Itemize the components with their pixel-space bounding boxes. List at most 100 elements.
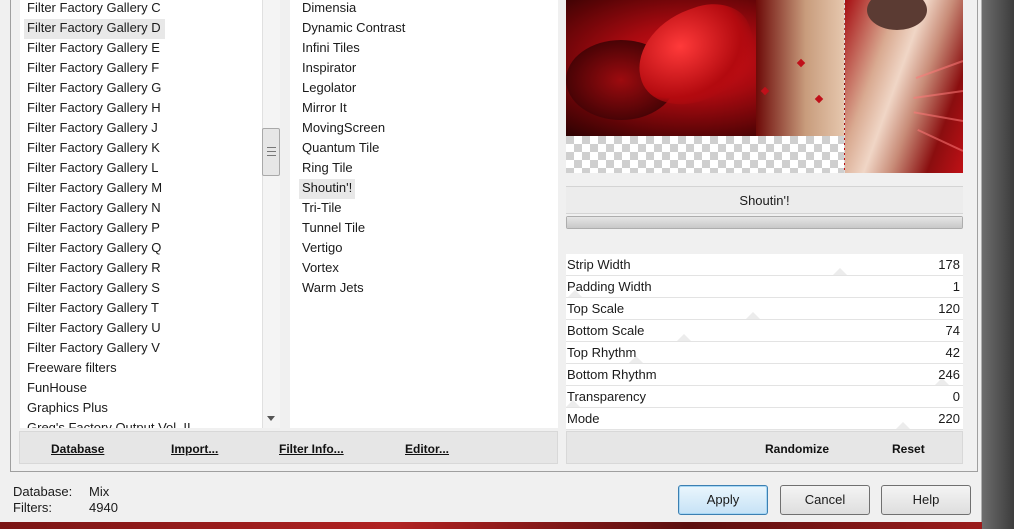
cancel-button[interactable]: Cancel — [780, 485, 870, 515]
preview-stripe — [913, 111, 963, 122]
parameter-slider[interactable]: Bottom Rhythm 246 — [566, 364, 963, 386]
parameter-slider[interactable]: Top Scale 120 — [566, 298, 963, 320]
editor-button[interactable]: Editor... — [405, 442, 449, 456]
scroll-down-arrow-icon[interactable] — [262, 410, 280, 428]
category-item[interactable]: Filter Factory Gallery H — [24, 99, 165, 119]
category-item[interactable]: Filter Factory Gallery P — [24, 219, 164, 239]
parameter-value: 42 — [945, 345, 960, 360]
filters-label: Filters: — [13, 500, 52, 515]
filter-item[interactable]: Ring Tile — [299, 159, 356, 179]
parameter-value: 1 — [952, 279, 960, 294]
database-button[interactable]: Database — [51, 442, 104, 456]
category-item[interactable]: Filter Factory Gallery J — [24, 119, 162, 139]
parameter-slider[interactable]: Top Rhythm 42 — [566, 342, 963, 364]
preview-figure — [756, 0, 846, 136]
category-item[interactable]: Filter Factory Gallery R — [24, 259, 165, 279]
filter-item[interactable]: Infini Tiles — [299, 39, 363, 59]
database-value: Mix — [89, 484, 110, 499]
parameter-value: 178 — [938, 257, 960, 272]
parameter-name: Top Rhythm — [567, 345, 637, 360]
filter-item[interactable]: Inspirator — [299, 59, 359, 79]
desktop-background — [982, 0, 1014, 529]
parameter-value: 220 — [938, 411, 960, 426]
filter-item[interactable]: Quantum Tile — [299, 139, 382, 159]
category-item[interactable]: Graphics Plus — [24, 399, 112, 419]
help-button[interactable]: Help — [881, 485, 971, 515]
slider-marker[interactable] — [833, 268, 847, 275]
category-item[interactable]: Filter Factory Gallery M — [24, 179, 166, 199]
filter-item[interactable]: Dimensia — [299, 0, 359, 19]
category-item[interactable]: Filter Factory Gallery U — [24, 319, 165, 339]
filter-preview — [566, 0, 963, 173]
category-item[interactable]: Filter Factory Gallery F — [24, 59, 163, 79]
category-item[interactable]: Filter Factory Gallery Q — [24, 239, 165, 259]
filter-list[interactable]: Dimensia Dynamic Contrast Infini Tiles Insp… — [290, 0, 558, 428]
parameter-value: 0 — [952, 389, 960, 404]
parameter-slider[interactable]: Padding Width 1 — [566, 276, 963, 298]
parameter-name: Bottom Scale — [567, 323, 645, 338]
import-button[interactable]: Import... — [171, 442, 218, 456]
current-filter-name: Shoutin'! — [566, 186, 963, 214]
preview-image-right — [844, 0, 963, 173]
category-item[interactable]: Filter Factory Gallery S — [24, 279, 164, 299]
apply-button[interactable]: Apply — [678, 485, 768, 515]
filter-item[interactable]: Legolator — [299, 79, 359, 99]
filter-item[interactable]: MovingScreen — [299, 119, 388, 139]
parameter-name: Transparency — [567, 389, 646, 404]
filter-info-button[interactable]: Filter Info... — [279, 442, 344, 456]
slider-marker[interactable] — [677, 334, 691, 341]
parameter-value: 246 — [938, 367, 960, 382]
filter-item[interactable]: Vortex — [299, 259, 342, 279]
database-label: Database: — [13, 484, 73, 499]
scroll-grip-icon — [267, 147, 276, 156]
category-item[interactable]: Filter Factory Gallery G — [24, 79, 165, 99]
parameter-name: Mode — [567, 411, 600, 426]
parameter-value: 74 — [945, 323, 960, 338]
category-item[interactable]: Greg's Factory Output Vol. II — [24, 419, 195, 428]
category-item[interactable]: Filter Factory Gallery D — [24, 19, 165, 39]
filter-item[interactable]: Mirror It — [299, 99, 350, 119]
filter-item[interactable]: Tri-Tile — [299, 199, 344, 219]
category-item[interactable]: FunHouse — [24, 379, 91, 399]
reset-button[interactable]: Reset — [892, 442, 925, 456]
category-item[interactable]: Filter Factory Gallery E — [24, 39, 164, 59]
parameter-name: Padding Width — [567, 279, 652, 294]
filter-item[interactable]: Tunnel Tile — [299, 219, 368, 239]
category-list[interactable]: Filter Factory Gallery C Filter Factory G… — [20, 0, 280, 428]
filter-progress-bar — [566, 216, 963, 229]
filter-item[interactable]: Warm Jets — [299, 279, 367, 299]
category-item[interactable]: Filter Factory Gallery N — [24, 199, 165, 219]
parameter-slider[interactable]: Strip Width 178 — [566, 254, 963, 276]
filter-progress-fill — [567, 217, 962, 228]
filter-item[interactable]: Dynamic Contrast — [299, 19, 408, 39]
parameter-value: 120 — [938, 301, 960, 316]
category-item[interactable]: Filter Factory Gallery T — [24, 299, 163, 319]
randomize-button[interactable]: Randomize — [765, 442, 829, 456]
category-item[interactable]: Freeware filters — [24, 359, 121, 379]
parameter-slider[interactable]: Mode 220 — [566, 408, 963, 430]
slider-marker[interactable] — [746, 312, 760, 319]
filter-item[interactable]: Shoutin'! — [299, 179, 356, 199]
category-item[interactable]: Filter Factory Gallery L — [24, 159, 162, 179]
category-item[interactable]: Filter Factory Gallery V — [24, 339, 164, 359]
category-scroll-thumb[interactable] — [262, 128, 280, 176]
slider-marker[interactable] — [896, 422, 910, 429]
parameter-slider[interactable]: Bottom Scale 74 — [566, 320, 963, 342]
preview-stripe — [915, 60, 963, 80]
filter-item[interactable]: Vertigo — [299, 239, 345, 259]
right-toolbar: Randomize Reset — [566, 431, 963, 464]
parameter-slider[interactable]: Transparency 0 — [566, 386, 963, 408]
left-toolbar: Database Import... Filter Info... Editor… — [19, 431, 558, 464]
preview-stripe — [913, 90, 963, 99]
parameter-sliders: Strip Width 178 Padding Width 1 Top Scale 120… — [566, 254, 963, 430]
preview-image-left — [566, 0, 846, 136]
preview-figure-head — [867, 0, 927, 30]
category-scrollbar[interactable] — [262, 0, 280, 428]
parameter-name: Top Scale — [567, 301, 625, 316]
filters-unlimited-dialog: Filter Factory Gallery C Filter Factory G… — [0, 0, 982, 529]
parameter-name: Bottom Rhythm — [567, 367, 657, 382]
parameter-name: Strip Width — [567, 257, 631, 272]
category-item[interactable]: Filter Factory Gallery K — [24, 139, 164, 159]
category-item[interactable]: Filter Factory Gallery C — [24, 0, 165, 19]
filters-count: 4940 — [89, 500, 118, 515]
